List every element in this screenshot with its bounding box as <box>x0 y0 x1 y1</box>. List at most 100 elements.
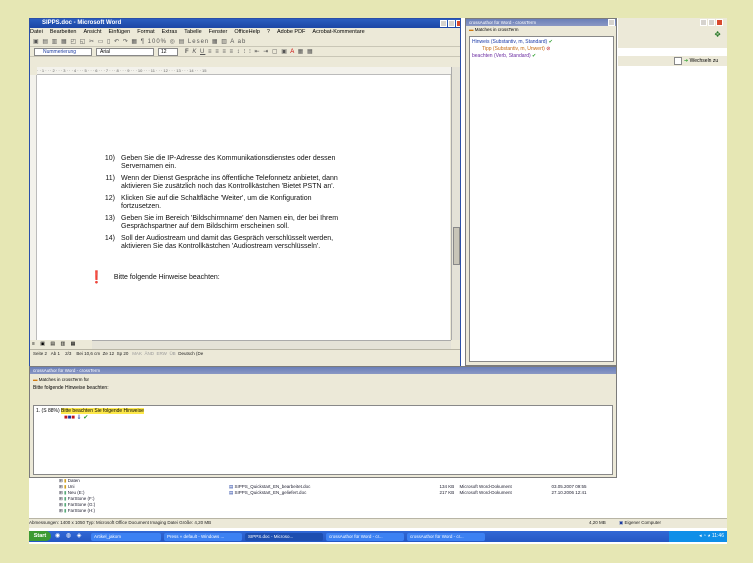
status-language: Deutsch (De <box>178 351 204 356</box>
menu-officehelp[interactable]: OfficeHelp <box>234 29 260 35</box>
note-text: Bitte folgende Hinweise beachten: <box>113 274 220 281</box>
size-select[interactable]: 12 <box>158 48 178 56</box>
item-text-cont: fortzusetzen. <box>121 203 162 210</box>
result-actions[interactable]: ■■■ ⇓ ✔ <box>36 415 610 422</box>
close-button[interactable] <box>456 20 460 27</box>
check-icon: ✔ <box>548 39 553 45</box>
pane-title[interactable]: crossAuthor für Word - crossTerm <box>466 19 616 26</box>
item-number: 14) <box>104 235 115 242</box>
bg-maximize-button[interactable] <box>708 19 715 26</box>
menu-datei[interactable]: Datei <box>30 29 43 35</box>
item-text: Klicken Sie auf die Schaltfläche 'Weiter… <box>121 195 312 202</box>
desktop-screen: SIPPS.doc - Microsoft Word Datei Bearbeit… <box>29 18 727 544</box>
standard-toolbar: ▣ ▤ ▥ ▦ ◰ ◱ ✂ ▭ ▯ ↶ ↷ ▦ ¶ 100% ◎ ▤ Lesen… <box>30 37 460 47</box>
menu-extras[interactable]: Extras <box>162 29 178 35</box>
item-text-cont: aktivieren Sie das Kontrollkästchen 'Aud… <box>121 243 321 250</box>
item-text: Geben Sie im Bereich 'Bildschirmname' de… <box>121 215 339 222</box>
taskbar-button[interactable]: crossAuthor für Word - cr... <box>407 532 485 541</box>
item-text-cont: Servernamen ein. <box>121 163 177 170</box>
doc-item-10: 10) Geben Sie die IP-Adresse des Kommunik… <box>101 155 336 171</box>
matches-label: ▬ Matches in crossTerm für <box>33 377 90 382</box>
taskbar-button[interactable]: crossAuthor für Word - cr... <box>326 532 404 541</box>
view-buttons[interactable]: ≡ ▣ ▤ ▥ ▦ <box>30 340 92 348</box>
zoom-value[interactable]: 100% <box>148 39 167 45</box>
menu-ansicht[interactable]: Ansicht <box>83 29 101 35</box>
menu-format[interactable]: Format <box>137 29 154 35</box>
word-title-bar[interactable]: SIPPS.doc - Microsoft Word <box>30 19 460 28</box>
doc-item-14: 14) Soll der Audiostream und damit das Ge… <box>101 235 333 251</box>
background-window-bar: ❖ <box>618 18 727 48</box>
taskbar-button-active[interactable]: SIPPS.doc - Microso... <box>245 532 323 541</box>
status-pages: 2/3 <box>65 351 72 356</box>
item-text: Soll der Audiostream und damit das Gespr… <box>121 235 334 242</box>
doc-item-11: 11) Wenn der Dienst Gespräche ins öffentl… <box>101 175 338 191</box>
term-entry[interactable]: beachten (Verb, Standard) ✔ <box>472 53 611 60</box>
status-mak: MAK <box>132 351 142 356</box>
status-ub: ÜB <box>169 351 176 356</box>
font-select[interactable]: Arial <box>96 48 154 56</box>
menu-fenster[interactable]: Fenster <box>209 29 228 35</box>
result-row[interactable]: 1. (S 88%) Bitte beachten Sie folgende H… <box>36 408 610 415</box>
toolbar-icons[interactable]: ▣ ▤ ▥ ▦ ◰ ◱ ✂ ▭ ▯ ↶ ↷ ▦ ¶ 100% ◎ ▤ Lesen… <box>30 37 460 47</box>
status-ab: Ab 1 <box>50 351 61 356</box>
crossauthor-right-pane: crossAuthor für Word - crossTerm ▬ Match… <box>465 18 617 366</box>
goto-button[interactable]: ➔ Wechseln zu <box>684 57 718 65</box>
style-select[interactable]: Nummerierung <box>34 48 92 56</box>
taskbar-button[interactable]: Press » default - Windows ... <box>164 532 242 541</box>
vertical-ruler <box>30 75 37 340</box>
matches-label: ▬ Matches in crossTerm <box>469 27 519 32</box>
clock: 11:46 <box>711 533 724 539</box>
bg-close-button[interactable] <box>716 19 723 26</box>
horizontal-scrollbar[interactable] <box>92 340 451 349</box>
check-icon: ✔ <box>532 53 537 59</box>
status-erw: ERW <box>156 351 167 356</box>
item-text: Wenn der Dienst Gespräche ins öffentlich… <box>121 175 338 182</box>
status-sp: Sp 20 <box>116 351 129 356</box>
file-row[interactable]: ▤ SIPPS_Quickstart_EN_geliefert.doc 217 K… <box>229 490 649 496</box>
item-text: Geben Sie die IP-Adresse des Kommunikati… <box>121 155 336 162</box>
format-icons[interactable]: F K U ≡ ≡ ≡ ≡ ↕ ⁝ ⁝ ⇤ ⇥ ▢ ▣ A ▦ ▦ <box>182 47 455 57</box>
status-seite: Seite 2 <box>33 351 48 356</box>
goto-select[interactable] <box>674 57 682 65</box>
explorer-status-bar: Abmessungen: 1400 x 1050 Typ: Microsoft … <box>29 518 727 528</box>
exclamation-icon: ❗ <box>89 270 104 284</box>
windows-logo-icon: ❖ <box>714 30 722 39</box>
start-button[interactable]: Start <box>29 531 51 541</box>
item-number: 10) <box>104 155 115 162</box>
forbidden-icon: ⊘ <box>546 46 551 52</box>
maximize-button[interactable] <box>448 20 455 27</box>
term-entry[interactable]: Tipp (Substantiv, m, Unwert) ⊘ <box>472 46 611 53</box>
pane-title[interactable]: crossAuthor für Word - crossTerm <box>30 367 616 374</box>
tree-item[interactable]: ⊞ ▮ FarStone (H:) <box>59 508 219 514</box>
vertical-scrollbar[interactable] <box>451 67 460 340</box>
folder-tree: ⊞ ▮ Daten ⊞ ▮ Uni ⊞ ▮ Neu (E:) ⊞ ▮ FarSt… <box>59 478 219 514</box>
quicklaunch-icons[interactable]: ◉ ◍ ◈ <box>55 532 83 539</box>
menu-tabelle[interactable]: Tabelle <box>184 29 201 35</box>
pane-close-button[interactable] <box>608 19 615 26</box>
menu-help[interactable]: ? <box>267 29 270 35</box>
menu-bearbeiten[interactable]: Bearbeiten <box>50 29 77 35</box>
term-entry[interactable]: Hinweis (Substantiv, m, Standard) ✔ <box>472 39 611 46</box>
word-status-bar: Seite 2 Ab 1 2/3 Bei 10,6 cm Ze 12 Sp 20… <box>30 349 460 359</box>
menu-acrobat-kommentare[interactable]: Acrobat-Kommentare <box>312 29 364 35</box>
goto-bar: ➔ Wechseln zu <box>618 56 727 66</box>
doc-item-12: 12) Klicken Sie auf die Schaltfläche 'Wei… <box>101 195 312 211</box>
item-number: 13) <box>104 215 115 222</box>
taskbar-button[interactable]: Artikel_jakom <box>91 532 161 541</box>
status-bei: Bei 10,6 cm <box>76 351 101 356</box>
status-ze: Ze 12 <box>102 351 115 356</box>
menu-adobe-pdf[interactable]: Adobe PDF <box>277 29 305 35</box>
system-tray: ◂ ◔ ◕ 11:46 <box>669 531 727 542</box>
ruler[interactable]: · · 1 · · · 2 · · · 3 · · · 4 · · · 5 · … <box>37 67 455 75</box>
minimize-button[interactable] <box>440 20 447 27</box>
doc-item-13: 13) Geben Sie im Bereich 'Bildschirmname'… <box>101 215 338 231</box>
menu-einfuegen[interactable]: Einfügen <box>109 29 131 35</box>
bg-minimize-button[interactable] <box>700 19 707 26</box>
menu-bar: Datei Bearbeiten Ansicht Einfügen Format Extr… <box>30 28 460 37</box>
term-list: Hinweis (Substantiv, m, Standard) ✔ Tipp… <box>469 36 614 362</box>
item-number: 12) <box>104 195 115 202</box>
lesen-button[interactable]: Lesen <box>188 39 209 45</box>
scroll-thumb[interactable] <box>453 227 460 265</box>
item-text-cont: aktivieren Sie zusätzlich noch das Kontr… <box>121 183 335 190</box>
document-page[interactable]: 10) Geben Sie die IP-Adresse des Kommunik… <box>37 75 450 340</box>
